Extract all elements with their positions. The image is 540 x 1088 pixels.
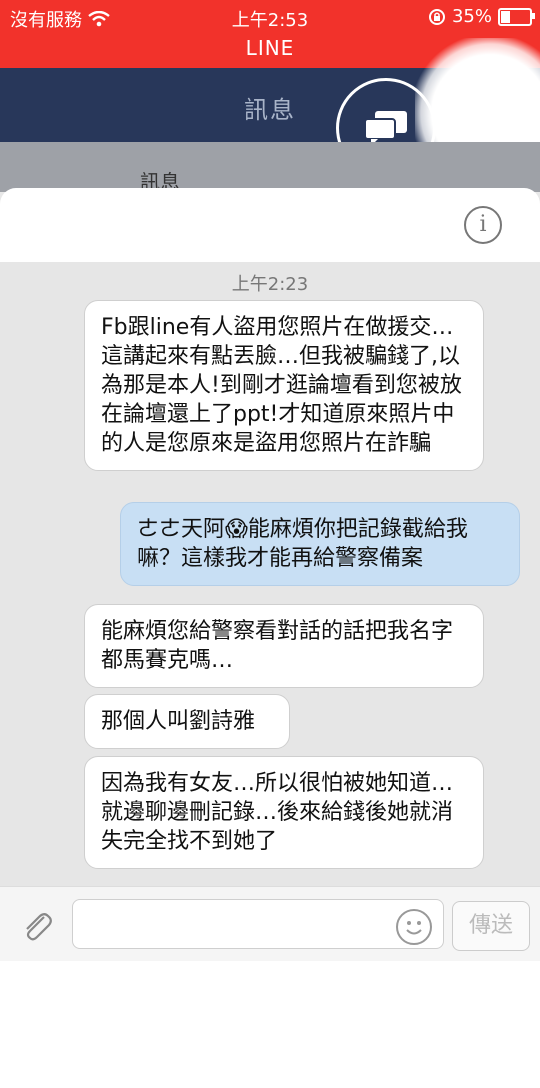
info-icon[interactable]: i	[464, 206, 502, 244]
battery-percent: 35%	[451, 6, 492, 27]
message-incoming[interactable]: 能麻煩您給警察看對話的話把我名字都馬賽克嗎…	[84, 604, 484, 688]
message-incoming[interactable]: 那個人叫劉詩雅	[84, 694, 290, 749]
message-incoming[interactable]: Fb跟line有人盜用您照片在做援交…這講起來有點丟臉…但我被騙錢了,以為那是本…	[84, 300, 484, 471]
send-button[interactable]: 傳送	[452, 901, 530, 951]
message-incoming[interactable]: 因為我有女友…所以很怕被她知道…就邊聊邊刪記錄…後來給錢後她就消失完全找不到她了	[84, 756, 484, 869]
message-timestamp: 上午2:23	[231, 274, 309, 295]
rotation-lock-icon	[428, 8, 445, 25]
message-input[interactable]	[72, 899, 444, 949]
battery-icon	[498, 7, 535, 26]
emoji-icon[interactable]	[396, 909, 432, 945]
message-input-bar: 傳送	[0, 886, 540, 961]
sub-header: 訊息	[0, 142, 540, 194]
chat-area[interactable]: 上午2:23 Fb跟line有人盜用您照片在做援交…這講起來有點丟臉…但我被騙錢…	[0, 262, 540, 886]
message-outgoing[interactable]: ㄜㄜ天阿😱能麻煩你把記錄截給我嘛？這樣我才能再給警察備案	[120, 502, 520, 586]
status-bar: 沒有服務 上午2:53 35%	[0, 6, 540, 31]
paperclip-icon[interactable]	[20, 909, 54, 943]
